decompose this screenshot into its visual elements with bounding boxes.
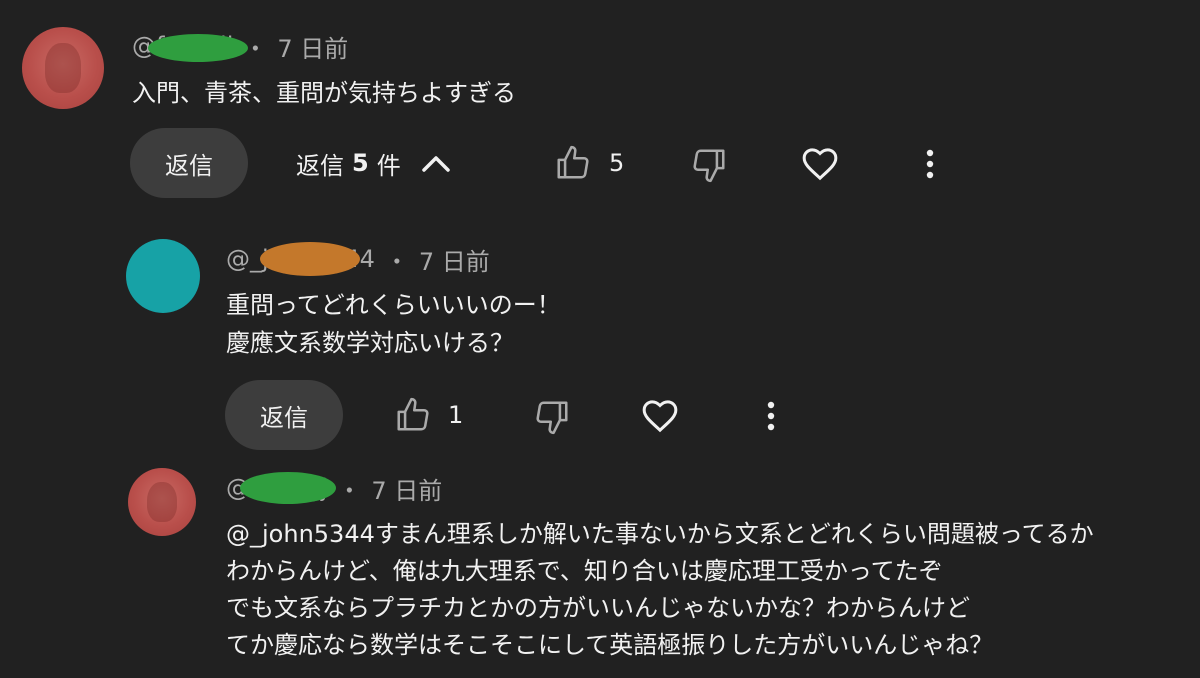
text-line: @_john5344すまん理系しか解いた事ないから文系とどれくらい問題被ってるか bbox=[226, 520, 1094, 548]
comments-section: @fuku_jj ・ 7 日前 入門、青茶、重問が気持ちよすぎる 返信 返信 5… bbox=[0, 0, 1200, 678]
text-line: 重問ってどれくらいいいのー！ bbox=[226, 291, 561, 319]
avatar[interactable] bbox=[126, 239, 200, 313]
avatar[interactable] bbox=[22, 27, 104, 109]
comment-text: @_john5344すまん理系しか解いた事ないから文系とどれくらい問題被ってるか… bbox=[226, 516, 1094, 664]
comment-meta: @fuku_jj ・ 7 日前 bbox=[132, 29, 348, 64]
like-count: 5 bbox=[609, 149, 625, 177]
comment-text: 重問ってどれくらいいいのー！ 慶應文系数学対応いける？ bbox=[226, 286, 561, 362]
replies-count: 5 bbox=[352, 149, 369, 177]
timestamp[interactable]: 7 日前 bbox=[419, 242, 490, 277]
comment-meta: @_john5344 ・ 7 日前 bbox=[226, 242, 490, 277]
reply-button[interactable]: 返信 bbox=[130, 128, 248, 198]
text-line: てか慶応なら数学はそこそこにして英語極振りした方がいいんじゃね？ bbox=[226, 631, 994, 659]
redaction-mark bbox=[240, 472, 336, 504]
timestamp[interactable]: 7 日前 bbox=[277, 29, 348, 64]
thumbs-down-icon[interactable] bbox=[690, 146, 728, 184]
thumbs-up-icon[interactable] bbox=[554, 144, 592, 182]
replies-label: 返信 bbox=[296, 151, 344, 180]
author-handle[interactable]: @fuku_jj bbox=[132, 32, 248, 62]
text-line: でも文系ならプラチカとかの方がいいんじゃないかな？わからんけど bbox=[226, 594, 970, 622]
timestamp[interactable]: 7 日前 bbox=[371, 471, 442, 506]
heart-icon[interactable] bbox=[800, 144, 840, 184]
replies-unit: 件 bbox=[376, 151, 401, 180]
text-line: わからんけど、俺は九大理系で、知り合いは慶応理工受かってたぞ bbox=[226, 557, 943, 585]
author-handle[interactable]: @_john5344 bbox=[226, 242, 375, 276]
thumbs-down-icon[interactable] bbox=[533, 398, 571, 436]
avatar[interactable] bbox=[128, 468, 196, 536]
like-count: 1 bbox=[448, 401, 464, 429]
text-line: 慶應文系数学対応いける？ bbox=[226, 329, 514, 357]
replies-toggle-button[interactable]: 返信 5 件 bbox=[296, 146, 453, 180]
reply-button[interactable]: 返信 bbox=[225, 380, 343, 450]
chevron-up-icon bbox=[421, 156, 450, 172]
separator: ・ bbox=[384, 247, 409, 276]
comment-text: 入門、青茶、重問が気持ちよすぎる bbox=[132, 79, 516, 107]
more-vert-icon[interactable] bbox=[765, 401, 777, 431]
redaction-mark bbox=[148, 34, 248, 62]
more-vert-icon[interactable] bbox=[924, 149, 936, 179]
thumbs-up-icon[interactable] bbox=[394, 396, 432, 434]
comment-meta: @fuku_jj ・ 7 日前 bbox=[226, 471, 442, 506]
heart-icon[interactable] bbox=[640, 396, 680, 436]
author-handle[interactable]: @fuku_jj bbox=[226, 472, 336, 504]
separator: ・ bbox=[337, 476, 362, 505]
redaction-mark bbox=[260, 242, 360, 276]
